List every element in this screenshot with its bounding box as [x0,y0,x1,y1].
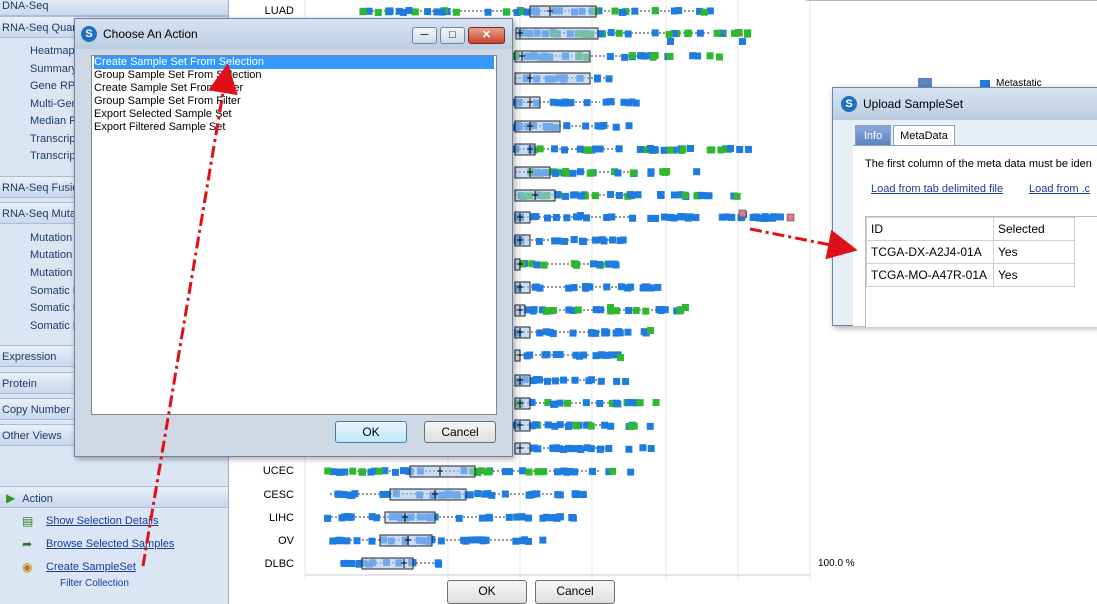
annotation-arrow-to-upload [749,227,858,260]
annotation-arrow-to-list [141,63,238,567]
annotation-overlay [141,63,858,567]
